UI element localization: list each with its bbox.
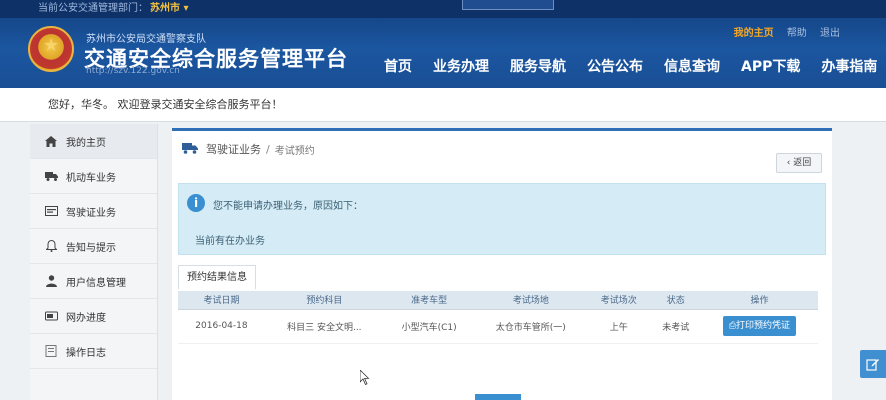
- sidebar-item-label: 驾驶证业务: [66, 207, 116, 219]
- edit-icon[interactable]: [860, 350, 886, 378]
- card-icon: [44, 204, 58, 218]
- site-header: 当前公安交通管理部门： 苏州市 ▾ ★ 苏州市公安局交通警察支队 交通安全综合服务…: [0, 0, 886, 88]
- info-alert: i 您不能申请办理业务，原因如下： 当前有在办业务: [178, 183, 826, 255]
- sidebar-item-label: 用户信息管理: [66, 277, 126, 289]
- col-exam-site: 考试场地: [474, 291, 588, 310]
- sidebar-item-label: 网办进度: [66, 312, 106, 324]
- sidebar-item-label: 我的主页: [66, 137, 106, 149]
- top-bar: 当前公安交通管理部门： 苏州市 ▾: [0, 0, 886, 18]
- truck-icon: [182, 142, 198, 157]
- cell-exam-date: 2016-04-18: [178, 309, 265, 344]
- col-session: 考试场次: [587, 291, 651, 310]
- content-panel: 驾驶证业务 / 考试预约 ‹ 返回 i 您不能申请办理业务，原因如下： 当前有在…: [172, 128, 832, 400]
- home-icon: [44, 134, 58, 148]
- nav-home[interactable]: 首页: [384, 56, 412, 76]
- sidebar-item-label: 机动车业务: [66, 172, 116, 184]
- cell-vehicle-type: 小型汽车(C1): [383, 309, 475, 344]
- help-link[interactable]: 帮助: [787, 28, 807, 39]
- top-search-box[interactable]: [462, 0, 554, 10]
- sidebar-item-vehicle[interactable]: 机动车业务: [30, 159, 157, 194]
- logout-link[interactable]: 退出: [820, 28, 840, 39]
- nav-guide[interactable]: 办事指南: [821, 56, 877, 76]
- sidebar-item-label: 操作日志: [66, 347, 106, 359]
- col-action: 操作: [700, 291, 818, 310]
- sidebar-item-log[interactable]: 操作日志: [30, 334, 157, 369]
- sidebar-item-user-info[interactable]: 用户信息管理: [30, 264, 157, 299]
- breadcrumb-separator: /: [266, 142, 270, 156]
- col-status: 状态: [650, 291, 701, 310]
- my-home-link[interactable]: 我的主页: [734, 28, 774, 39]
- breadcrumb-section[interactable]: 驾驶证业务: [206, 141, 261, 157]
- alert-reason: 当前有在办业务: [195, 236, 265, 247]
- bottom-tab-indicator[interactable]: [475, 394, 521, 400]
- nav-app-download[interactable]: APP下载: [741, 56, 800, 76]
- cell-session: 上午: [587, 309, 651, 344]
- table-row: 2016-04-18 科目三 安全文明... 小型汽车(C1) 太仓市车管所(一…: [178, 309, 818, 344]
- nav-business[interactable]: 业务办理: [433, 56, 489, 76]
- col-subject: 预约科目: [264, 291, 384, 310]
- col-exam-date: 考试日期: [178, 291, 265, 310]
- sidebar-item-home[interactable]: 我的主页: [30, 124, 157, 159]
- cell-action: ⎙打印预约凭证: [700, 309, 818, 344]
- main-nav: 首页 业务办理 服务导航 公告公布 信息查询 APP下载 办事指南: [384, 56, 886, 76]
- breadcrumb: 驾驶证业务 / 考试预约: [182, 141, 315, 157]
- sidebar: 我的主页 机动车业务 驾驶证业务 告知与提示 用户信息管理 网办进度 操作日志: [30, 124, 158, 400]
- tab-booking-result[interactable]: 预约结果信息: [178, 265, 256, 289]
- col-vehicle-type: 准考车型: [383, 291, 475, 310]
- user-icon: [44, 274, 58, 288]
- log-icon: [44, 344, 58, 358]
- truck-icon: [44, 169, 58, 183]
- cell-status: 未考试: [650, 309, 701, 344]
- sidebar-item-notices[interactable]: 告知与提示: [30, 229, 157, 264]
- star-icon: ★: [43, 35, 60, 56]
- mouse-cursor-icon: [359, 369, 370, 389]
- breadcrumb-page: 考试预约: [274, 145, 315, 157]
- back-button[interactable]: ‹ 返回: [776, 153, 822, 173]
- cell-subject: 科目三 安全文明...: [264, 309, 384, 344]
- booking-table: 考试日期 预约科目 准考车型 考试场地 考试场次 状态 操作 2016-04-1…: [178, 291, 818, 344]
- alert-message: 您不能申请办理业务，原因如下：: [213, 201, 363, 212]
- current-dept-label: 当前公安交通管理部门：: [38, 3, 148, 14]
- site-url: http://szv.122.gov.cn: [86, 66, 180, 76]
- sidebar-item-license[interactable]: 驾驶证业务: [30, 194, 157, 229]
- user-links: 我的主页 帮助 退出: [724, 24, 840, 39]
- nav-info-query[interactable]: 信息查询: [664, 56, 720, 76]
- progress-icon: [44, 309, 58, 323]
- cell-exam-site: 太仓市车管所(一): [474, 309, 588, 344]
- print-voucher-button[interactable]: ⎙打印预约凭证: [722, 316, 797, 336]
- nav-announcements[interactable]: 公告公布: [587, 56, 643, 76]
- city-selector[interactable]: 苏州市 ▾: [150, 3, 189, 14]
- police-emblem-icon: ★: [28, 26, 74, 72]
- bell-icon: [44, 239, 58, 253]
- nav-service-guide[interactable]: 服务导航: [510, 56, 566, 76]
- sidebar-item-progress[interactable]: 网办进度: [30, 299, 157, 334]
- welcome-bar: 您好，华冬。 欢迎登录交通安全综合服务平台！: [0, 88, 886, 122]
- table-header-row: 考试日期 预约科目 准考车型 考试场地 考试场次 状态 操作: [178, 291, 818, 310]
- info-icon: i: [187, 194, 205, 212]
- sidebar-item-label: 告知与提示: [66, 242, 116, 254]
